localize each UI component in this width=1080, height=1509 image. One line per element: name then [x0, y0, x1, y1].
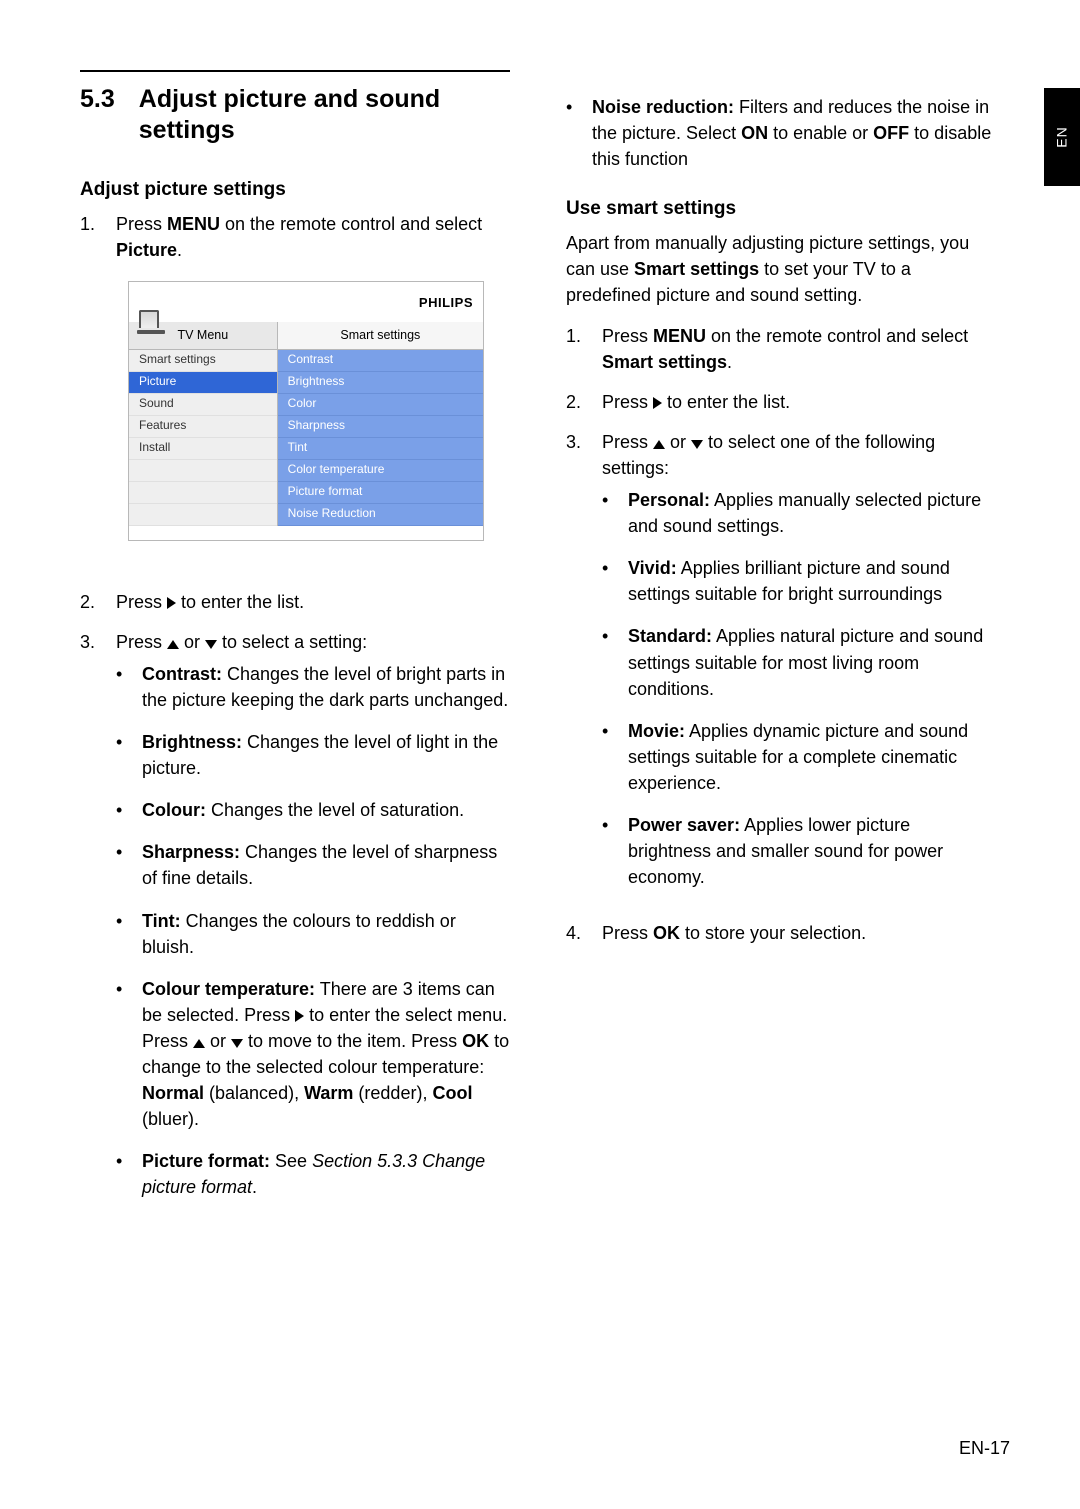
- tv-menu-footer: [129, 526, 483, 540]
- tv-right-item: Brightness: [278, 372, 483, 394]
- tv-menu-left-pane: Smart settings Picture Sound Features In…: [129, 350, 278, 526]
- right-column: Noise reduction: Filters and reduces the…: [566, 70, 996, 1230]
- up-arrow-icon: [653, 440, 665, 449]
- tv-menu-tab-right: Smart settings: [278, 322, 483, 349]
- setting-tint: Tint: Changes the colours to reddish or …: [116, 908, 510, 960]
- tv-left-empty: [129, 482, 277, 504]
- left-step-3: Press or to select a setting: Contrast: …: [80, 629, 510, 1217]
- tv-right-item: Noise Reduction: [278, 504, 483, 526]
- setting-contrast: Contrast: Changes the level of bright pa…: [116, 661, 510, 713]
- tv-right-item: Picture format: [278, 482, 483, 504]
- section-heading: 5.3 Adjust picture and sound settings: [80, 84, 510, 147]
- left-step-1: Press MENU on the remote control and sel…: [80, 211, 510, 575]
- tv-right-item: Color: [278, 394, 483, 416]
- right-arrow-icon: [295, 1010, 304, 1022]
- right-arrow-icon: [167, 597, 176, 609]
- down-arrow-icon: [691, 440, 703, 449]
- tv-left-item-selected: Picture: [129, 372, 277, 394]
- page: { "sideTab": "EN", "section": { "number"…: [0, 0, 1080, 1509]
- ok-key: OK: [462, 1031, 489, 1051]
- setting-sharpness: Sharpness: Changes the level of sharpnes…: [116, 839, 510, 891]
- tv-menu-tabs: TV Menu Smart settings: [129, 322, 483, 350]
- tv-menu-right-pane: Contrast Brightness Color Sharpness Tint…: [278, 350, 483, 526]
- right-step-3: Press or to select one of the following …: [566, 429, 996, 906]
- tv-right-item: Sharpness: [278, 416, 483, 438]
- subheading-adjust-picture: Adjust picture settings: [80, 179, 510, 201]
- tv-right-item: Contrast: [278, 350, 483, 372]
- down-arrow-icon: [205, 640, 217, 649]
- tv-left-item: Install: [129, 438, 277, 460]
- up-arrow-icon: [193, 1039, 205, 1048]
- option-vivid: Vivid: Applies brilliant picture and sou…: [602, 555, 996, 607]
- tv-menu-header: PHILIPS: [129, 282, 483, 322]
- off-label: OFF: [873, 123, 909, 143]
- language-tab: EN: [1044, 88, 1080, 186]
- tv-left-empty: [129, 460, 277, 482]
- right-arrow-icon: [653, 397, 662, 409]
- tv-left-item: Smart settings: [129, 350, 277, 372]
- menu-key: MENU: [653, 326, 706, 346]
- section-number: 5.3: [80, 84, 115, 147]
- up-arrow-icon: [167, 640, 179, 649]
- setting-noise-reduction: Noise reduction: Filters and reduces the…: [566, 94, 996, 172]
- subheading-smart-settings: Use smart settings: [566, 198, 996, 220]
- tv-menu-figure: PHILIPS TV Menu Smart settings Smart set…: [128, 281, 484, 541]
- section-divider: [80, 70, 510, 72]
- setting-colour: Colour: Changes the level of saturation.: [116, 797, 510, 823]
- left-step-2: Press to enter the list.: [80, 589, 510, 615]
- ok-key: OK: [653, 923, 680, 943]
- right-step-1: Press MENU on the remote control and sel…: [566, 323, 996, 375]
- tv-icon: [139, 310, 159, 328]
- setting-brightness: Brightness: Changes the level of light i…: [116, 729, 510, 781]
- tv-left-item: Sound: [129, 394, 277, 416]
- smart-settings-intro: Apart from manually adjusting picture se…: [566, 230, 996, 308]
- section-title: Adjust picture and sound settings: [139, 84, 510, 147]
- tv-left-empty: [129, 504, 277, 526]
- menu-key: MENU: [167, 214, 220, 234]
- tv-right-item: Tint: [278, 438, 483, 460]
- option-standard: Standard: Applies natural picture and so…: [602, 623, 996, 701]
- on-label: ON: [741, 123, 768, 143]
- right-step-4: Press OK to store your selection.: [566, 920, 996, 946]
- option-movie: Movie: Applies dynamic picture and sound…: [602, 718, 996, 796]
- smart-settings-target: Smart settings: [602, 352, 727, 372]
- brand-label: PHILIPS: [419, 294, 473, 313]
- option-power-saver: Power saver: Applies lower picture brigh…: [602, 812, 996, 890]
- setting-colour-temperature: Colour temperature: There are 3 items ca…: [116, 976, 510, 1133]
- left-column: 5.3 Adjust picture and sound settings Ad…: [80, 70, 510, 1230]
- language-tab-label: EN: [1054, 126, 1070, 147]
- setting-picture-format: Picture format: See Section 5.3.3 Change…: [116, 1148, 510, 1200]
- right-step-2: Press to enter the list.: [566, 389, 996, 415]
- option-personal: Personal: Applies manually selected pict…: [602, 487, 996, 539]
- picture-target: Picture: [116, 240, 177, 260]
- page-number: EN-17: [959, 1438, 1010, 1459]
- tv-right-item: Color temperature: [278, 460, 483, 482]
- tv-left-item: Features: [129, 416, 277, 438]
- down-arrow-icon: [231, 1039, 243, 1048]
